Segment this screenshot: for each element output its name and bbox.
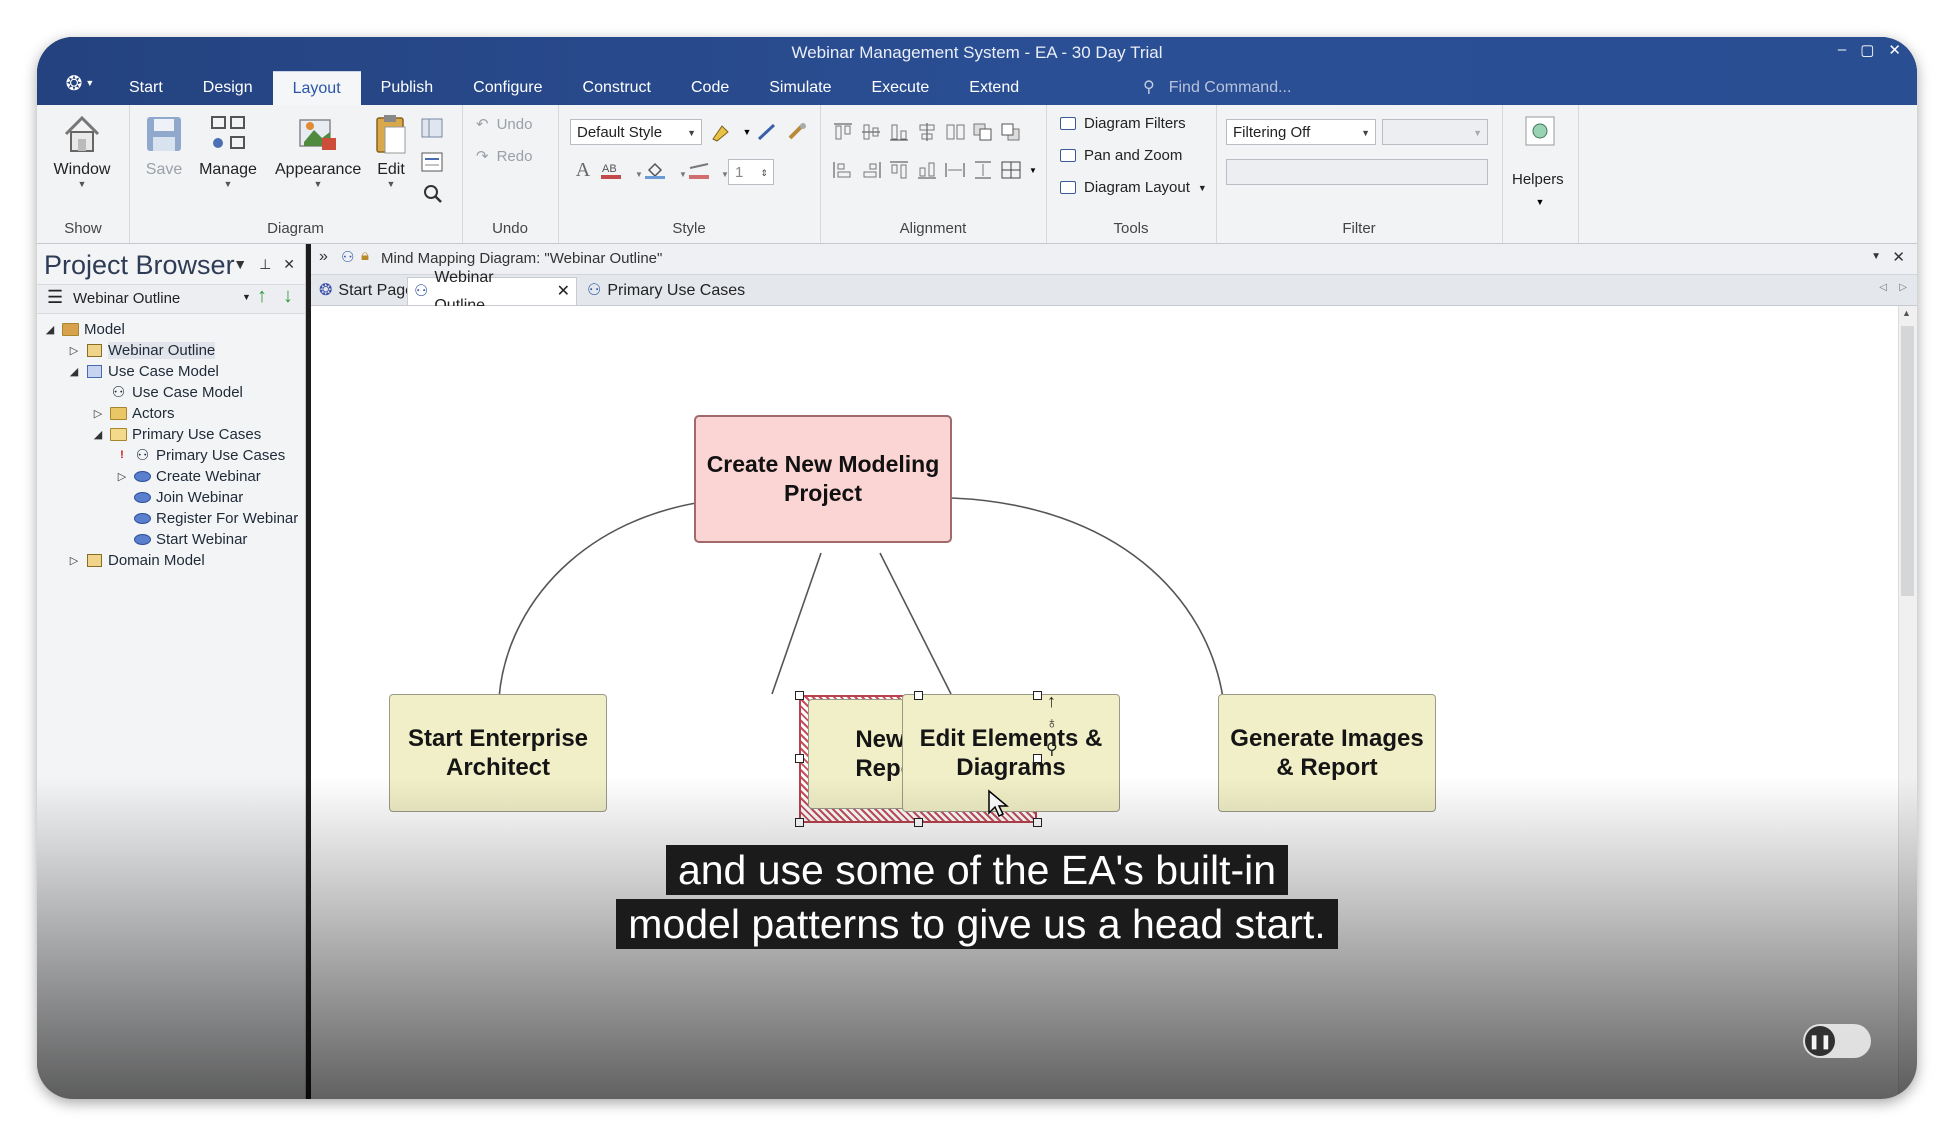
caption-text: and use some of the EA's built-in <box>665 845 1289 895</box>
resize-handle[interactable] <box>1033 754 1042 763</box>
mind-map-node-start-ea[interactable]: Start Enterprise Architect <box>389 694 607 812</box>
video-frame: ❂ ▼ Webinar Management System - EA - 30 D… <box>37 37 1917 1099</box>
caption-line-1: and use some of the EA's built-in <box>37 843 1917 897</box>
resize-handle[interactable] <box>914 691 923 700</box>
connector-to-new-repository <box>771 552 822 695</box>
mind-map-root-node[interactable]: Create New Modeling Project <box>694 415 952 543</box>
resize-handle[interactable] <box>1033 691 1042 700</box>
caption-line-2: model patterns to give us a head start. <box>37 897 1917 951</box>
magnifier-icon[interactable]: ⚲ <box>1046 739 1058 759</box>
autoplay-toggle[interactable]: ❚❚ <box>1803 1024 1871 1058</box>
quick-link-arrow-icon[interactable]: ↑ <box>1047 691 1056 712</box>
resize-handle[interactable] <box>914 818 923 827</box>
caption-text: model patterns to give us a head start. <box>616 899 1338 949</box>
connector-to-generate-report <box>951 497 1224 699</box>
resize-handle[interactable] <box>795 754 804 763</box>
mind-map-node-edit-elements[interactable]: Edit Elements & Diagrams <box>902 694 1120 812</box>
resize-handle[interactable] <box>1033 818 1042 827</box>
connector-to-edit-elements <box>879 552 952 695</box>
mind-map-node-generate-report[interactable]: Generate Images & Report <box>1218 694 1436 812</box>
mouse-cursor-icon <box>988 789 1009 818</box>
resize-handle[interactable] <box>795 691 804 700</box>
resize-handle[interactable] <box>795 818 804 827</box>
style-dropper-icon[interactable]: ♁ <box>1046 715 1058 733</box>
pause-icon: ❚❚ <box>1805 1026 1835 1056</box>
